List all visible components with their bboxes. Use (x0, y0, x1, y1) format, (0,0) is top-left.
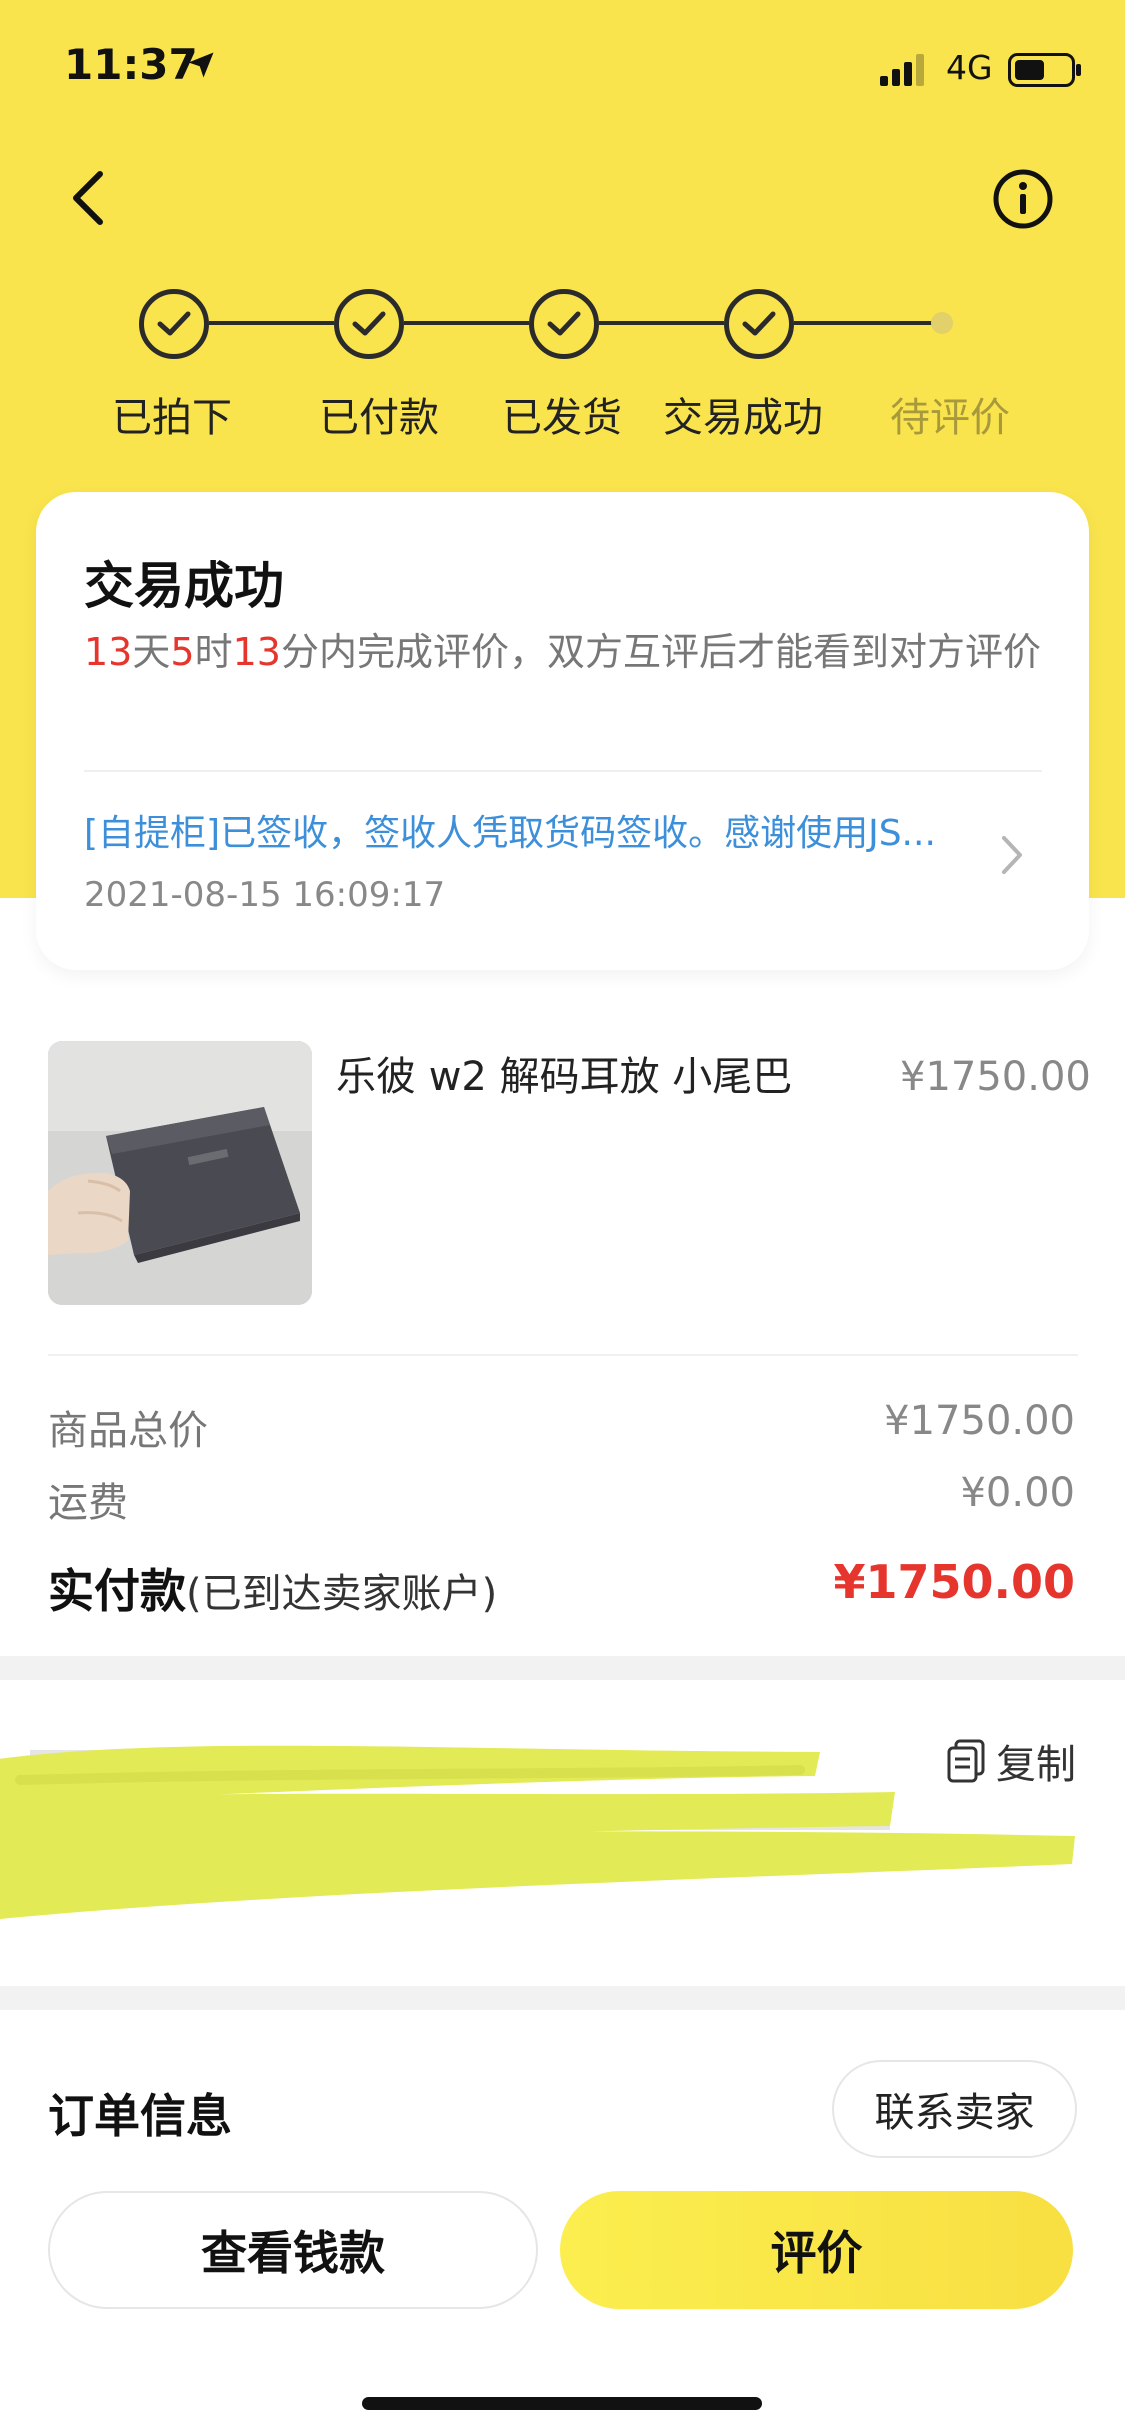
step-label: 已发货 (502, 395, 622, 441)
subtotal-value: ¥1750.00 (884, 1398, 1075, 1444)
review-countdown: 13天5时13分内完成评价，双方互评后才能看到对方评价 (84, 630, 1041, 674)
copy-label: 复制 (996, 1742, 1076, 1788)
step-pending-dot (931, 312, 953, 334)
paid-value: ¥1750.00 (833, 1555, 1075, 1609)
copy-address-button[interactable]: 复制 (946, 1732, 1076, 1790)
location-arrow-icon (188, 52, 214, 78)
shipping-value: ¥0.00 (960, 1470, 1075, 1516)
contact-seller-button[interactable]: 联系卖家 (832, 2060, 1077, 2158)
step-label: 已付款 (319, 395, 439, 441)
signal-icon (880, 54, 924, 86)
step-done-circle (139, 289, 209, 359)
step-label: 已拍下 (112, 395, 232, 441)
status-time: 11:37 (64, 40, 198, 89)
shipping-address-section: 复制 (0, 1680, 1125, 1986)
view-money-button[interactable]: 查看钱款 (48, 2191, 538, 2309)
info-icon[interactable] (992, 168, 1054, 230)
section-separator (0, 1986, 1125, 2010)
step-label: 交易成功 (663, 395, 823, 441)
order-info-title[interactable]: 订单信息 (48, 2080, 232, 2146)
paid-note: (已到达卖家账户) (186, 1571, 498, 1617)
logistics-time: 2021-08-15 16:09:17 (84, 875, 446, 915)
step-label: 待评价 (890, 395, 1010, 441)
review-button[interactable]: 评价 (560, 2191, 1073, 2309)
check-icon (742, 311, 776, 336)
check-icon (352, 311, 386, 336)
check-icon (547, 311, 581, 336)
paid-label: 实付款(已到达卖家账户) (48, 1564, 498, 1618)
product-price: ¥1750.00 (900, 1054, 1091, 1100)
step-connector (404, 321, 529, 325)
step-connector (209, 321, 334, 325)
countdown-minutes: 13 (232, 630, 281, 674)
section-separator (0, 1656, 1125, 1680)
check-icon (157, 311, 191, 336)
shipping-label: 运费 (48, 1480, 128, 1526)
countdown-days: 13 (84, 630, 133, 674)
home-indicator[interactable] (362, 2397, 762, 2410)
battery-icon (1008, 53, 1081, 87)
back-arrow-icon[interactable] (60, 162, 116, 234)
status-bar: 11:37 4G (0, 0, 1125, 140)
status-title: 交易成功 (84, 557, 284, 615)
logistics-status[interactable]: [自提柜]已签收，签收人凭取货码签收。感谢使用JS... (84, 804, 984, 856)
step-done-circle (529, 289, 599, 359)
step-done-circle (334, 289, 404, 359)
step-connector (794, 321, 934, 325)
countdown-hours: 5 (170, 630, 195, 674)
step-connector (599, 321, 724, 325)
step-done-circle (724, 289, 794, 359)
divider (84, 770, 1042, 772)
product-image[interactable] (48, 1041, 312, 1305)
divider (48, 1354, 1078, 1356)
redaction-scribble (0, 1745, 1075, 1920)
network-type: 4G (946, 48, 993, 87)
product-title[interactable]: 乐彼 w2 解码耳放 小尾巴 (336, 1044, 792, 1102)
transaction-status-card: 交易成功 13天5时13分内完成评价，双方互评后才能看到对方评价 [自提柜]已签… (36, 492, 1089, 970)
copy-icon (947, 1739, 985, 1783)
chevron-right-icon[interactable] (1000, 834, 1024, 876)
subtotal-label: 商品总价 (48, 1408, 208, 1454)
